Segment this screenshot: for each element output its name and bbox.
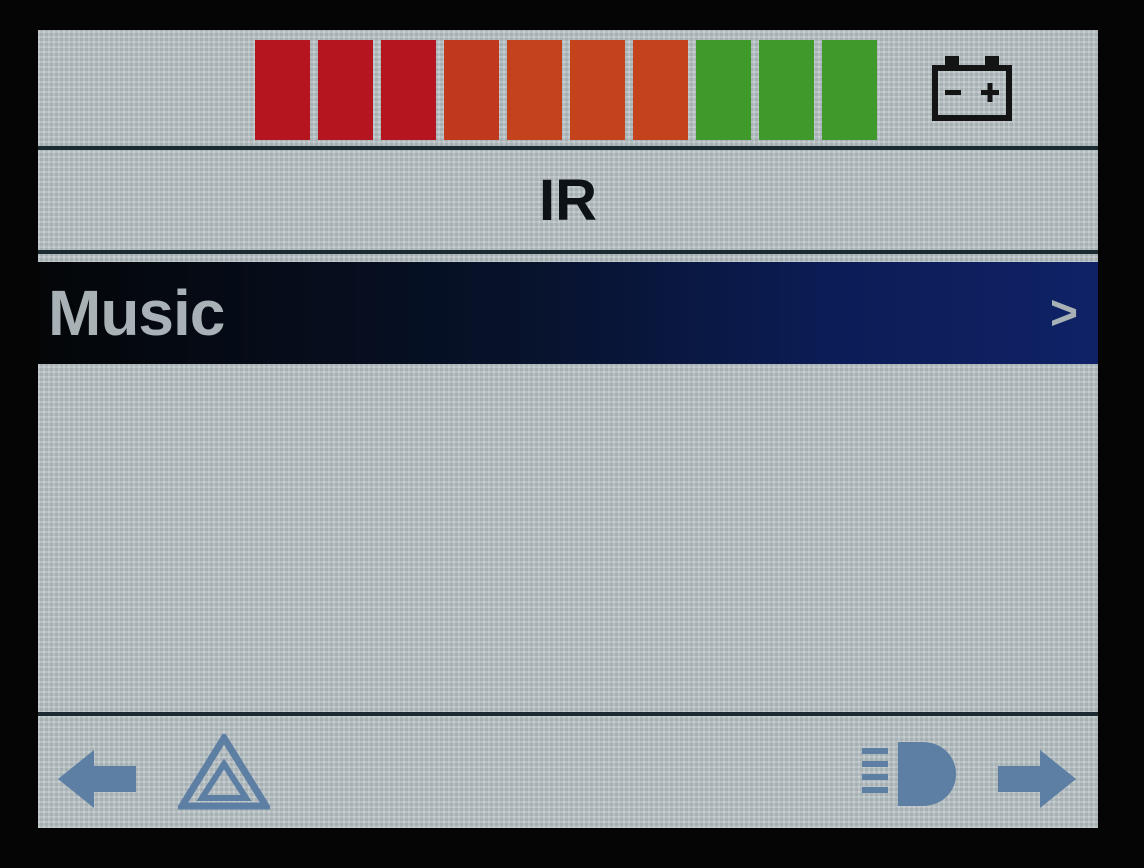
level-segment (381, 40, 436, 140)
level-segment (759, 40, 814, 140)
level-meter (255, 40, 877, 140)
level-segment (822, 40, 877, 140)
level-segment (255, 40, 310, 140)
status-bar (38, 30, 1098, 142)
footer-divider (38, 712, 1098, 716)
forward-arrow-icon[interactable] (994, 748, 1078, 810)
level-segment (444, 40, 499, 140)
footer-bar (38, 718, 1098, 828)
page-title: IR (539, 167, 597, 233)
menu-item-label: Music (48, 277, 225, 349)
level-segment (696, 40, 751, 140)
chevron-right-icon: > (1049, 287, 1078, 340)
header-divider-bottom (38, 250, 1098, 254)
device-screen: IR Music > (38, 30, 1098, 828)
back-arrow-icon[interactable] (56, 748, 140, 810)
battery-icon (932, 56, 1012, 121)
title-row: IR (38, 150, 1098, 250)
level-segment (318, 40, 373, 140)
headlight-icon[interactable] (860, 738, 960, 810)
level-segment (507, 40, 562, 140)
hazard-triangle-icon[interactable] (178, 734, 270, 810)
menu-item-music[interactable]: Music > (38, 262, 1098, 364)
level-segment (570, 40, 625, 140)
level-segment (633, 40, 688, 140)
